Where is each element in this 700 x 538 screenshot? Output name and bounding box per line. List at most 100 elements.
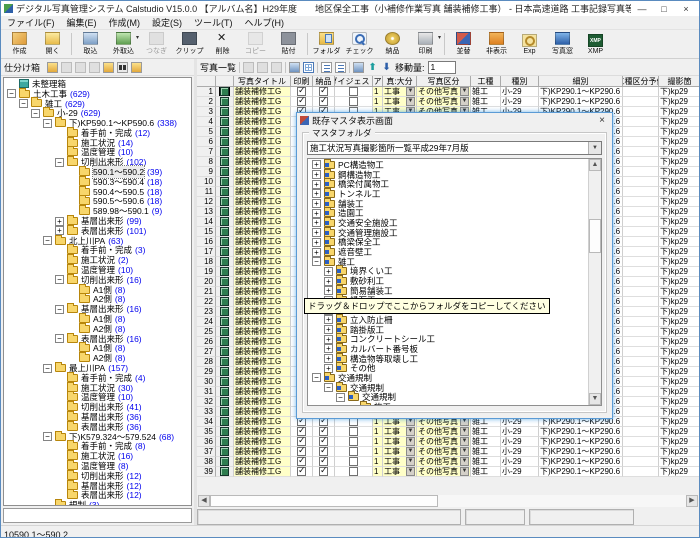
photo-title-cell[interactable]: 舗装補修工G	[234, 307, 291, 317]
print-checkbox[interactable]	[297, 457, 306, 466]
photo-title-cell[interactable]: 舗装補修工G	[234, 87, 291, 97]
expander-collapse-icon[interactable]: −	[312, 257, 321, 266]
thumbnail-cell[interactable]	[216, 107, 234, 117]
dropdown-icon[interactable]: ▼	[460, 97, 469, 106]
photo-thumbnail-icon[interactable]	[220, 447, 229, 456]
add-box-icon[interactable]	[47, 62, 58, 73]
grid-view-icon[interactable]	[303, 62, 314, 73]
photo-title-cell[interactable]: 舗装補修工G	[234, 417, 291, 427]
deliver-checkbox-cell[interactable]	[313, 437, 335, 447]
photo-title-cell[interactable]: 舗装補修工G	[234, 387, 291, 397]
deliver-checkbox[interactable]	[319, 457, 328, 466]
thumbnail-cell[interactable]	[216, 277, 234, 287]
digest-checkbox[interactable]	[349, 457, 358, 466]
thumbnail-cell[interactable]	[216, 397, 234, 407]
photo-thumbnail-icon[interactable]	[220, 137, 229, 146]
photo-thumbnail-icon[interactable]	[220, 237, 229, 246]
deliver-checkbox-cell[interactable]	[313, 447, 335, 457]
photo-category-cell[interactable]: その他写真▼	[417, 457, 471, 467]
toolbar-button-開く[interactable]: 開く	[36, 30, 69, 58]
photo-thumbnail-icon[interactable]	[220, 287, 229, 296]
photo-title-cell[interactable]: 舗装補修工G	[234, 287, 291, 297]
print-checkbox-cell[interactable]	[291, 447, 313, 457]
thumbnail-cell[interactable]	[216, 457, 234, 467]
thumbnail-cell[interactable]	[216, 247, 234, 257]
dropdown-icon[interactable]: ▼	[406, 457, 415, 466]
photo-thumbnail-icon[interactable]	[220, 297, 229, 306]
print-checkbox[interactable]	[297, 427, 306, 436]
tree-item-表層出来形[interactable]: 表層出来形(12)	[4, 490, 191, 500]
photo-thumbnail-icon[interactable]	[220, 307, 229, 316]
thumbnail-cell[interactable]	[216, 357, 234, 367]
photo-thumbnail-icon[interactable]	[220, 107, 229, 116]
major-category-cell[interactable]: 工事▼	[383, 467, 417, 477]
maximize-button[interactable]: □	[653, 2, 675, 16]
photo-title-cell[interactable]: 舗装補修工G	[234, 377, 291, 387]
print-checkbox-cell[interactable]	[291, 87, 313, 97]
digest-checkbox[interactable]	[349, 437, 358, 446]
scrollbar-thumb[interactable]	[210, 495, 438, 507]
photo-thumbnail-icon[interactable]	[220, 367, 229, 376]
vscrollbar-thumb[interactable]	[589, 219, 601, 253]
major-category-cell[interactable]: 工事▼	[383, 447, 417, 457]
thumbnail-cell[interactable]	[216, 237, 234, 247]
thumbnail-cell[interactable]	[216, 267, 234, 277]
expander-expand-icon[interactable]: +	[312, 209, 321, 218]
deliver-checkbox-cell[interactable]	[313, 87, 335, 97]
thumbnail-cell[interactable]	[216, 157, 234, 167]
thumbnail-cell[interactable]	[216, 117, 234, 127]
thumbnail-cell[interactable]	[216, 287, 234, 297]
dropdown-icon[interactable]: ▼	[460, 467, 469, 476]
toolbar-button-貼付[interactable]: 貼付	[272, 30, 305, 58]
dropdown-icon[interactable]: ▼	[406, 447, 415, 456]
photo-category-cell[interactable]: その他写真▼	[417, 467, 471, 477]
dropdown-icon[interactable]: ▼	[460, 447, 469, 456]
thumbnail-cell[interactable]	[216, 207, 234, 217]
photo-thumbnail-icon[interactable]	[220, 117, 229, 126]
table-row[interactable]: 39舗装補修工G1工事▼その他写真▼雑工小-29下)KP290.1～KP290.…	[197, 467, 699, 477]
major-category-cell[interactable]: 工事▼	[383, 457, 417, 467]
photo-title-cell[interactable]: 舗装補修工G	[234, 137, 291, 147]
dropdown-icon[interactable]: ▼	[406, 87, 415, 96]
photo-title-cell[interactable]: 舗装補修工G	[234, 247, 291, 257]
photo-title-cell[interactable]: 舗装補修工G	[234, 217, 291, 227]
table-row[interactable]: 35舗装補修工G1工事▼その他写真▼雑工小-29下)KP290.1～KP290.…	[197, 427, 699, 437]
column-header-ダイジェスト[interactable]: ダイジェスト	[335, 76, 373, 87]
menu-item-5[interactable]: ヘルプ(H)	[239, 16, 291, 29]
photo-category-cell[interactable]: その他写真▼	[417, 437, 471, 447]
thumbnail-cell[interactable]	[216, 257, 234, 267]
expander-collapse-icon[interactable]: −	[43, 119, 52, 128]
expander-expand-icon[interactable]: +	[312, 199, 321, 208]
thumbnail-cell[interactable]	[216, 97, 234, 107]
dropdown-icon[interactable]: ▼	[406, 437, 415, 446]
photo-category-cell[interactable]: その他写真▼	[417, 427, 471, 437]
digest-checkbox-cell[interactable]	[335, 447, 373, 457]
photo-title-cell[interactable]: 舗装補修工G	[234, 127, 291, 137]
print-checkbox[interactable]	[297, 97, 306, 106]
print-checkbox-cell[interactable]	[291, 427, 313, 437]
table-row[interactable]: 36舗装補修工G1工事▼その他写真▼雑工小-29下)KP290.1～KP290.…	[197, 437, 699, 447]
photo-title-cell[interactable]: 舗装補修工G	[234, 297, 291, 307]
thumbnail-cell[interactable]	[216, 347, 234, 357]
photo-thumbnail-icon[interactable]	[220, 87, 229, 96]
photo-thumbnail-icon[interactable]	[220, 417, 229, 426]
thumbnail-cell[interactable]	[216, 417, 234, 427]
photo-thumbnail-icon[interactable]	[220, 227, 229, 236]
thumbnail-cell[interactable]	[216, 167, 234, 177]
photo-title-cell[interactable]: 舗装補修工G	[234, 277, 291, 287]
deliver-checkbox-cell[interactable]	[313, 457, 335, 467]
thumbnail-cell[interactable]	[216, 87, 234, 97]
deliver-checkbox-cell[interactable]	[313, 97, 335, 107]
thumbnail-cell[interactable]	[216, 197, 234, 207]
thumbnail-cell[interactable]	[216, 447, 234, 457]
close-button[interactable]: ×	[675, 2, 697, 16]
expander-collapse-icon[interactable]: −	[55, 305, 64, 314]
menu-item-1[interactable]: 編集(E)	[61, 16, 103, 29]
digest-checkbox[interactable]	[349, 427, 358, 436]
digest-checkbox-cell[interactable]	[335, 457, 373, 467]
major-category-cell[interactable]: 工事▼	[383, 97, 417, 107]
deliver-checkbox[interactable]	[319, 97, 328, 106]
photo-title-cell[interactable]: 舗装補修工G	[234, 337, 291, 347]
expander-collapse-icon[interactable]: −	[7, 89, 16, 98]
photo-thumbnail-icon[interactable]	[220, 357, 229, 366]
